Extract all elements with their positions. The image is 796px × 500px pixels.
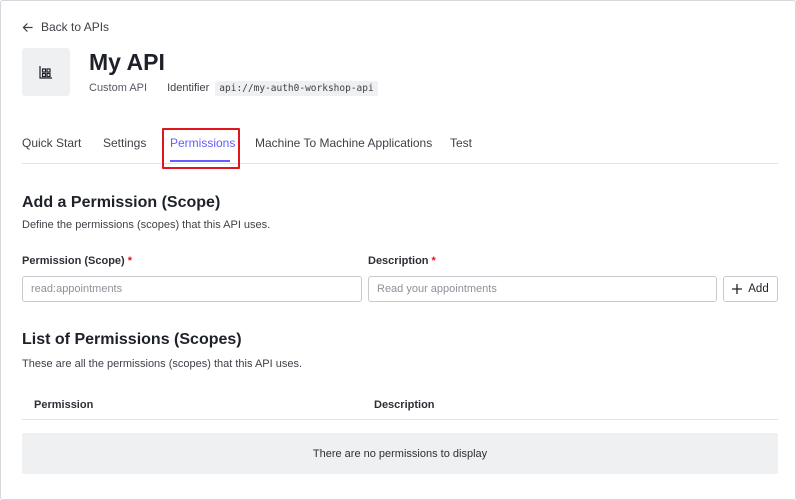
api-avatar xyxy=(22,48,70,96)
tab-test[interactable]: Test xyxy=(450,136,472,150)
permissions-table-header: Permission Description xyxy=(22,391,778,420)
column-header-permission: Permission xyxy=(34,399,94,411)
highlight-annotation xyxy=(162,128,240,169)
back-to-apis-link[interactable]: Back to APIs xyxy=(22,19,109,35)
permission-list-description: These are all the permissions (scopes) t… xyxy=(22,358,303,370)
description-field-label: Description * xyxy=(368,255,436,267)
identifier-value: api://my-auth0-workshop-api xyxy=(215,80,378,96)
tab-bar: Quick Start Settings Permissions Machine… xyxy=(22,128,778,164)
identifier-label: Identifier xyxy=(167,82,210,94)
add-permission-heading: Add a Permission (Scope) xyxy=(22,194,221,211)
add-button-label: Add xyxy=(748,283,769,295)
back-link-label: Back to APIs xyxy=(41,20,110,34)
permission-field-label: Permission (Scope) * xyxy=(22,255,132,267)
tab-settings[interactable]: Settings xyxy=(103,136,146,150)
description-input[interactable] xyxy=(368,276,717,302)
arrow-left-icon xyxy=(22,22,33,32)
tab-machine-to-machine-applications[interactable]: Machine To Machine Applications xyxy=(255,136,432,150)
required-marker: * xyxy=(127,255,132,267)
description-label-text: Description xyxy=(368,255,429,267)
api-meta: Custom API Identifier api://my-auth0-wor… xyxy=(89,79,378,97)
building-grid-icon xyxy=(39,66,52,79)
permission-scope-input[interactable] xyxy=(22,276,362,302)
empty-message-text: There are no permissions to display xyxy=(312,447,488,460)
empty-permissions-message: There are no permissions to display xyxy=(22,433,778,474)
plus-icon xyxy=(732,284,743,294)
required-marker: * xyxy=(431,255,436,267)
api-type: Custom API xyxy=(89,82,148,94)
add-permission-button[interactable]: Add xyxy=(723,276,778,302)
permission-list-heading: List of Permissions (Scopes) xyxy=(22,331,242,348)
add-permission-description: Define the permissions (scopes) that thi… xyxy=(22,219,271,231)
tab-quick-start[interactable]: Quick Start xyxy=(22,136,81,150)
page-title: My API xyxy=(89,49,165,75)
permission-label-text: Permission (Scope) xyxy=(22,255,125,267)
column-header-description: Description xyxy=(374,399,435,411)
